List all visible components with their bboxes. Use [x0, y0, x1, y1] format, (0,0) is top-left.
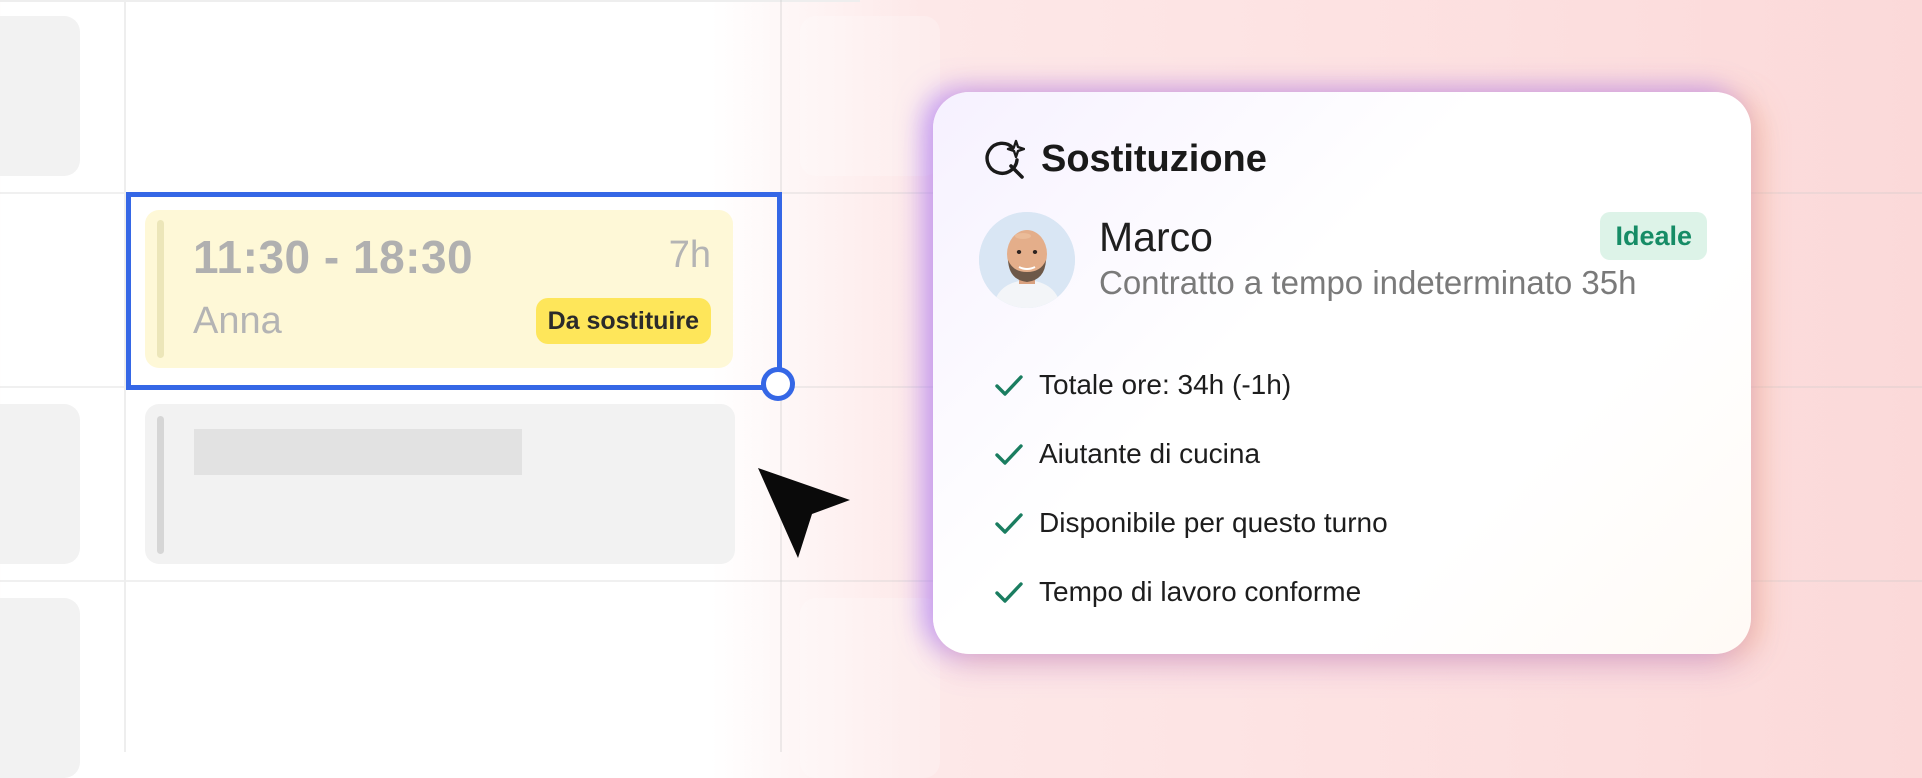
- criteria-label: Tempo di lavoro conforme: [1039, 575, 1362, 607]
- card-title: Sostituzione: [1041, 137, 1267, 180]
- shift-color-bar: [157, 416, 164, 554]
- criteria-list: Totale ore: 34h (-1h) Aiutante di cucina…: [993, 350, 1388, 626]
- candidate-name: Marco: [1099, 214, 1213, 260]
- candidate-contract: Contratto a tempo indeterminato 35h: [1099, 264, 1637, 301]
- resize-handle[interactable]: [761, 367, 795, 401]
- shift-placeholder[interactable]: [0, 16, 80, 176]
- criteria-item: Aiutante di cucina: [993, 419, 1388, 488]
- criteria-item: Disponibile per questo turno: [993, 488, 1388, 557]
- magic-search-icon: [985, 139, 1025, 179]
- criteria-label: Totale ore: 34h (-1h): [1039, 368, 1292, 400]
- shift-placeholder[interactable]: [800, 16, 940, 176]
- check-icon: [995, 512, 1023, 534]
- criteria-label: Aiutante di cucina: [1039, 437, 1261, 469]
- check-icon: [995, 443, 1023, 465]
- criteria-item: Tempo di lavoro conforme: [993, 557, 1388, 626]
- grid-row-divider: [0, 0, 860, 2]
- mouse-cursor-icon: [758, 468, 850, 558]
- shift-selection-outline: [126, 192, 782, 390]
- shift-placeholder[interactable]: [800, 598, 940, 778]
- criteria-label: Disponibile per questo turno: [1039, 506, 1388, 538]
- criteria-item: Totale ore: 34h (-1h): [993, 350, 1388, 419]
- avatar: [979, 212, 1075, 308]
- empty-shift-card[interactable]: [145, 404, 735, 564]
- match-badge: Ideale: [1600, 212, 1707, 260]
- text-skeleton: [194, 429, 522, 475]
- replacement-suggestion-card: Sostituzione Marco Contratto a tempo ind…: [933, 92, 1751, 654]
- check-icon: [995, 581, 1023, 603]
- shift-placeholder[interactable]: [0, 598, 80, 778]
- card-header: Sostituzione: [983, 136, 1267, 182]
- shift-placeholder[interactable]: [0, 404, 80, 564]
- check-icon: [995, 374, 1023, 396]
